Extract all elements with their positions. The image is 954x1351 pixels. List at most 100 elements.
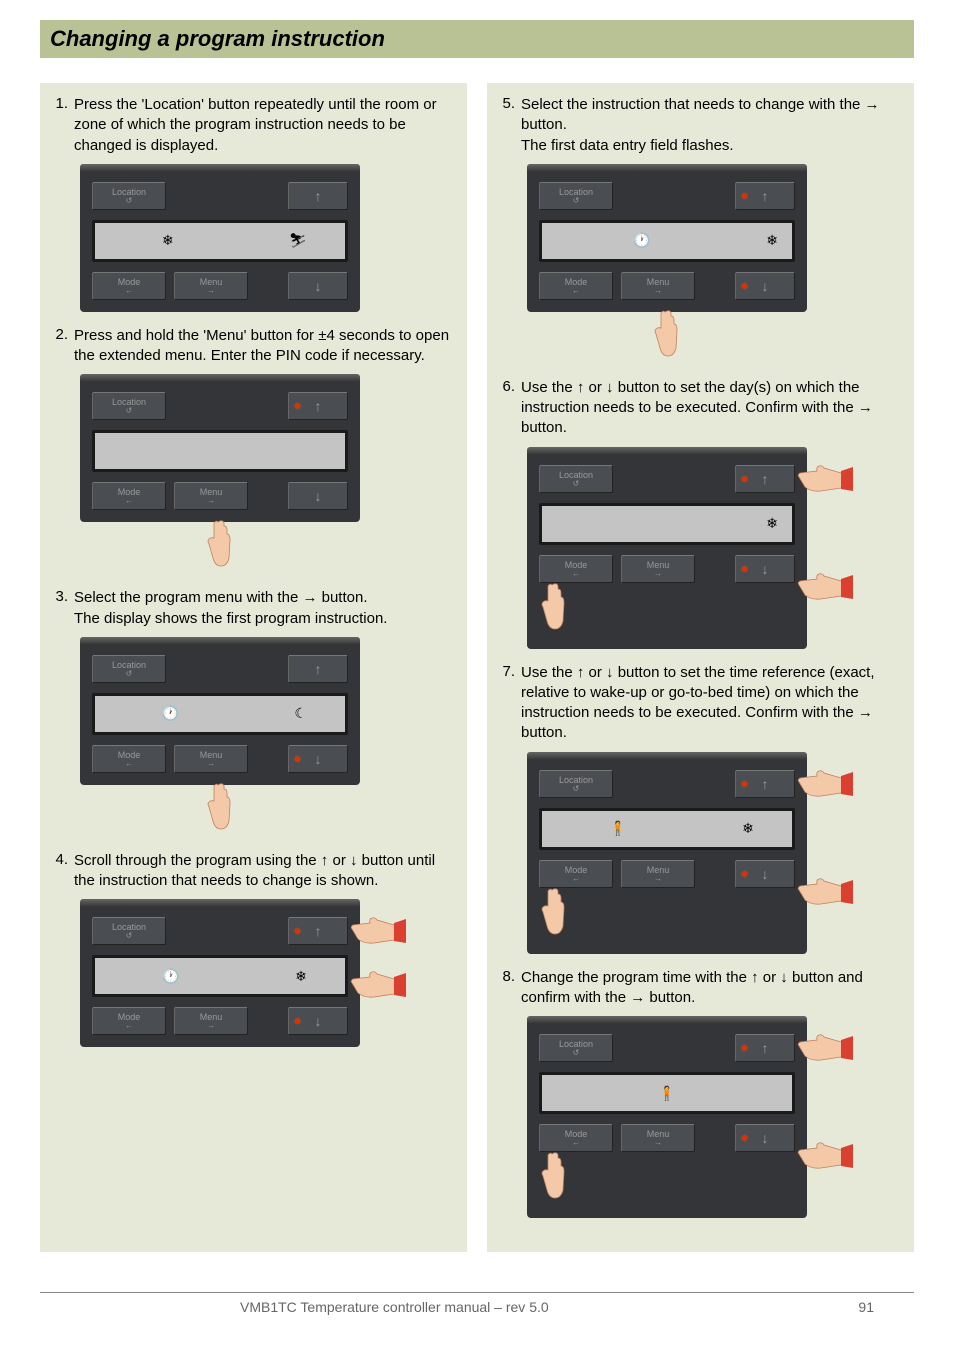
panel-body: Location ↺ ↑ Mode ← Menu →: [80, 382, 360, 522]
menu-button[interactable]: Menu →: [621, 860, 695, 888]
hand-pointer-icon: [80, 520, 360, 574]
lcd-display: [92, 430, 348, 472]
up-button[interactable]: ↑: [735, 465, 795, 493]
right-column: 5. Select the instruction that needs to …: [487, 83, 914, 1252]
section-header: Changing a program instruction: [40, 20, 914, 58]
arrow-right-icon: →: [207, 286, 215, 295]
left-column: 1. Press the 'Location' button repeatedl…: [40, 83, 467, 1252]
arrow-down-icon: ↓: [315, 278, 322, 294]
menu-button[interactable]: Menu →: [621, 555, 695, 583]
mode-button[interactable]: Mode ←: [539, 860, 613, 888]
menu-button[interactable]: Menu →: [174, 745, 248, 773]
footer-title: VMB1TC Temperature controller manual – r…: [240, 1299, 549, 1315]
down-button[interactable]: ↓: [288, 745, 348, 773]
step-text: Press and hold the 'Menu' button for ±4 …: [74, 326, 452, 367]
page-footer: VMB1TC Temperature controller manual – r…: [40, 1292, 914, 1315]
mode-button[interactable]: Mode ←: [539, 555, 613, 583]
down-button[interactable]: ↓: [735, 272, 795, 300]
panel-body: Location ↺ ↑ 🧍❄ Mode ← Menu →: [527, 760, 807, 954]
mode-button[interactable]: Mode ←: [92, 272, 166, 300]
location-button[interactable]: Location ↺: [92, 392, 166, 420]
arrow-down-icon: ↓: [315, 751, 322, 767]
location-button[interactable]: Location ↺: [539, 1034, 613, 1062]
mode-button[interactable]: Mode ←: [92, 1007, 166, 1035]
device-panel: Location ↺ ↑ 🕐❄ Mode ← Menu →: [527, 164, 807, 364]
up-button[interactable]: ↑: [288, 182, 348, 210]
step: 1. Press the 'Location' button repeatedl…: [50, 95, 452, 156]
up-button[interactable]: ↑: [735, 770, 795, 798]
panel-body: Location ↺ ↑ 🧍 Mode ← Menu →: [527, 1024, 807, 1218]
down-button[interactable]: ↓: [288, 1007, 348, 1035]
device-panel: Location ↺ ↑ ❄ Mode ← Menu →: [527, 447, 807, 649]
hand-pointer-icon: [797, 1138, 853, 1178]
down-button[interactable]: ↓: [288, 272, 348, 300]
up-button[interactable]: ↑: [735, 182, 795, 210]
bezel: [527, 447, 807, 455]
panel-body: Location ↺ ↑ 🕐❄ Mode ← Menu →: [527, 172, 807, 312]
hand-pointer-icon: [80, 783, 360, 837]
location-button[interactable]: Location ↺: [539, 465, 613, 493]
led-indicator: [295, 404, 300, 409]
arrow-down-icon: ↓: [762, 866, 769, 882]
arrow-up-icon: ↑: [762, 1040, 769, 1056]
lcd-display: 🧍❄: [539, 808, 795, 850]
reset-icon: ↺: [573, 479, 580, 488]
up-button[interactable]: ↑: [288, 655, 348, 683]
hand-pointer-icon: [527, 310, 807, 364]
up-button[interactable]: ↑: [288, 392, 348, 420]
step-text: Change the program time with the ↑ or ↓ …: [521, 968, 899, 1009]
step: 2. Press and hold the 'Menu' button for …: [50, 326, 452, 367]
location-button[interactable]: Location ↺: [92, 182, 166, 210]
step-text: Scroll through the program using the ↑ o…: [74, 851, 452, 892]
location-button[interactable]: Location ↺: [92, 917, 166, 945]
step: 6. Use the ↑ or ↓ button to set the day(…: [497, 378, 899, 439]
led-indicator: [742, 1136, 747, 1141]
mode-button[interactable]: Mode ←: [92, 745, 166, 773]
step-number: 2.: [50, 326, 74, 367]
menu-button[interactable]: Menu →: [621, 272, 695, 300]
arrow-up-icon: ↑: [762, 471, 769, 487]
led-indicator: [742, 871, 747, 876]
up-button[interactable]: ↑: [288, 917, 348, 945]
menu-button[interactable]: Menu →: [621, 1124, 695, 1152]
panel-body: Location ↺ ↑ ❄ Mode ← Menu →: [527, 455, 807, 649]
step-number: 3.: [50, 588, 74, 629]
menu-button[interactable]: Menu →: [174, 1007, 248, 1035]
arrow-left-icon: ←: [125, 496, 133, 505]
led-indicator: [742, 283, 747, 288]
arrow-down-icon: ↓: [315, 1013, 322, 1029]
step-text: Use the ↑ or ↓ button to set the time re…: [521, 663, 899, 744]
step-number: 1.: [50, 95, 74, 156]
mode-button[interactable]: Mode ←: [539, 272, 613, 300]
down-button[interactable]: ↓: [735, 860, 795, 888]
hand-pointer-icon: [797, 569, 853, 609]
lcd-display: 🕐❄: [92, 955, 348, 997]
menu-button[interactable]: Menu →: [174, 482, 248, 510]
step-number: 4.: [50, 851, 74, 892]
mode-button[interactable]: Mode ←: [92, 482, 166, 510]
location-button[interactable]: Location ↺: [92, 655, 166, 683]
hand-pointer-icon: [797, 461, 853, 501]
arrow-up-icon: ↑: [762, 776, 769, 792]
arrow-right-icon: →: [654, 1138, 662, 1147]
arrow-down-icon: ↓: [315, 488, 322, 504]
down-button[interactable]: ↓: [735, 1124, 795, 1152]
arrow-left-icon: ←: [125, 759, 133, 768]
location-button[interactable]: Location ↺: [539, 182, 613, 210]
bezel: [80, 164, 360, 172]
down-button[interactable]: ↓: [288, 482, 348, 510]
bezel: [527, 752, 807, 760]
menu-button[interactable]: Menu →: [174, 272, 248, 300]
arrow-left-icon: ←: [572, 286, 580, 295]
down-button[interactable]: ↓: [735, 555, 795, 583]
arrow-right-icon: →: [207, 759, 215, 768]
step-number: 7.: [497, 663, 521, 744]
arrow-right-icon: →: [654, 569, 662, 578]
hand-pointer-icon: [350, 967, 406, 1007]
arrow-left-icon: ←: [572, 874, 580, 883]
mode-button[interactable]: Mode ←: [539, 1124, 613, 1152]
reset-icon: ↺: [573, 784, 580, 793]
location-button[interactable]: Location ↺: [539, 770, 613, 798]
step: 4. Scroll through the program using the …: [50, 851, 452, 892]
up-button[interactable]: ↑: [735, 1034, 795, 1062]
